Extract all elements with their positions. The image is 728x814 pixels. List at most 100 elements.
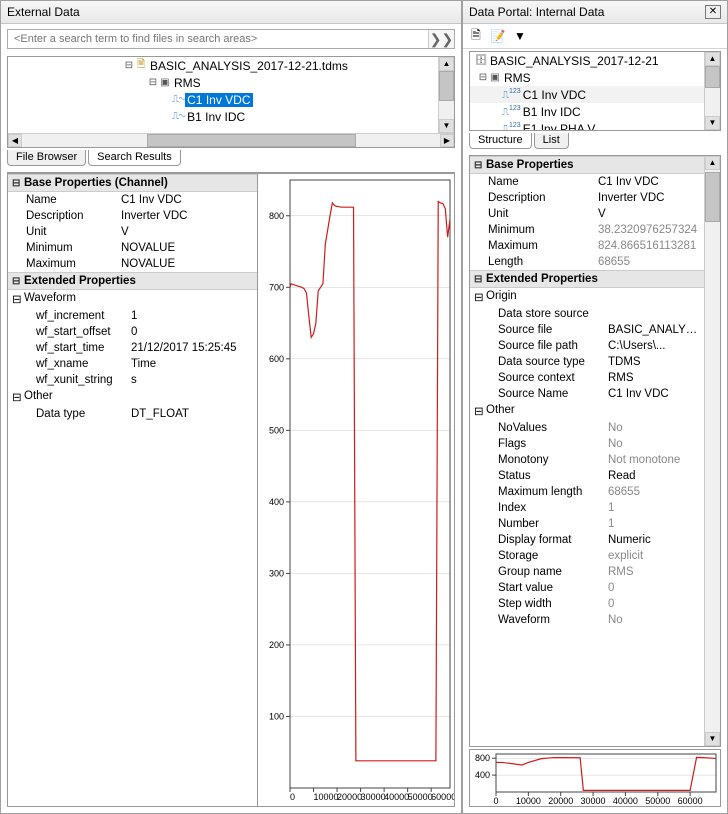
main-chart-svg: 1002003004005006007008000100002000030000… <box>258 174 454 806</box>
property-row: NameC1 Inv VDC <box>470 174 704 190</box>
collapse-icon[interactable]: ⊟ <box>474 160 486 171</box>
scroll-thumb[interactable] <box>439 71 454 101</box>
tree-collapse-icon[interactable]: ⊟ <box>124 60 134 71</box>
tab-structure[interactable]: Structure <box>469 133 532 149</box>
svg-text:60000: 60000 <box>431 792 454 802</box>
property-row: Source NameC1 Inv VDC <box>470 386 704 402</box>
collapse-icon[interactable]: ⊟ <box>12 178 24 189</box>
chevron-down-icon: ❯❯ <box>430 31 453 47</box>
tree-channel-selected[interactable]: C1 Inv VDC <box>185 93 252 107</box>
property-row: NoValuesNo <box>470 420 704 436</box>
new-file-icon[interactable]: 🗎 <box>467 27 485 45</box>
collapse-icon[interactable]: ⊟ <box>12 390 24 404</box>
property-row: Data store source <box>470 306 704 322</box>
tree-v-scrollbar[interactable]: ▲ ▼ <box>438 57 454 133</box>
tree-file-node[interactable]: BASIC_ANALYSIS_2017-12-21 <box>488 54 661 68</box>
right-title: Data Portal: Internal Data ✕ <box>463 1 727 24</box>
base-props-header[interactable]: ⊟Base Properties (Channel) <box>8 174 257 192</box>
svg-text:50000: 50000 <box>408 792 433 802</box>
tree-collapse-icon[interactable]: ⊟ <box>148 77 158 88</box>
search-input[interactable] <box>8 30 428 48</box>
scroll-up-arrow[interactable]: ▲ <box>705 52 720 66</box>
scroll-down-arrow[interactable]: ▼ <box>439 119 454 133</box>
property-row: DescriptionInverter VDC <box>470 190 704 206</box>
tab-list[interactable]: List <box>534 133 569 149</box>
props-subheader[interactable]: ⊟Origin <box>470 288 704 306</box>
svg-text:400: 400 <box>269 497 284 507</box>
svg-text:100: 100 <box>269 711 284 721</box>
scroll-right-arrow[interactable]: ▶ <box>440 134 454 147</box>
ext-props-header[interactable]: ⊟Extended Properties <box>8 272 257 290</box>
property-row: Storageexplicit <box>470 548 704 564</box>
group-icon: ▣ <box>488 72 502 83</box>
props-v-scrollbar[interactable]: ▲ ▼ <box>704 156 720 746</box>
svg-text:200: 200 <box>269 640 284 650</box>
collapse-icon[interactable]: ⊟ <box>474 404 486 418</box>
right-tree: 🗄 BASIC_ANALYSIS_2017-12-21 ⊟ ▣ RMS ⎍123… <box>469 51 721 131</box>
scroll-left-arrow[interactable]: ◀ <box>8 134 22 147</box>
tab-file-browser[interactable]: File Browser <box>7 150 86 166</box>
right-toolbar: 🗎 📝 ▼ <box>463 24 727 49</box>
tree-v-scrollbar[interactable]: ▲ ▼ <box>704 52 720 130</box>
svg-text:700: 700 <box>269 282 284 292</box>
right-tabs: Structure List <box>463 133 727 153</box>
filter-icon[interactable]: ▼ <box>511 27 529 45</box>
collapse-icon[interactable]: ⊟ <box>474 290 486 304</box>
tree-group-node[interactable]: RMS <box>502 71 533 85</box>
scroll-thumb[interactable] <box>705 172 720 222</box>
svg-text:30000: 30000 <box>361 792 386 802</box>
tree-collapse-icon[interactable]: ⊟ <box>478 72 488 83</box>
property-row: Data source typeTDMS <box>470 354 704 370</box>
scroll-up-arrow[interactable]: ▲ <box>439 57 454 71</box>
data-portal-panel: Data Portal: Internal Data ✕ 🗎 📝 ▼ 🗄 BAS… <box>462 0 728 814</box>
scroll-down-arrow[interactable]: ▼ <box>705 732 720 746</box>
search-box: ❯❯ <box>7 29 455 49</box>
panel-title-text: External Data <box>7 5 80 19</box>
property-row: Maximum824.866516113281 <box>470 238 704 254</box>
tree-group-node[interactable]: RMS <box>172 76 203 90</box>
tree-body[interactable]: 🗄 BASIC_ANALYSIS_2017-12-21 ⊟ ▣ RMS ⎍123… <box>470 52 704 130</box>
svg-text:400: 400 <box>475 770 490 780</box>
props-header[interactable]: ⊟Base Properties <box>470 156 704 174</box>
left-properties: ⊟Base Properties (Channel) NameC1 Inv VD… <box>7 173 257 807</box>
property-row: Step width0 <box>470 596 704 612</box>
tree-file-node[interactable]: BASIC_ANALYSIS_2017-12-21.tdms <box>148 59 350 73</box>
scroll-thumb[interactable] <box>705 66 720 88</box>
property-row: Source contextRMS <box>470 370 704 386</box>
tree-body[interactable]: ⊟ 🗎 BASIC_ANALYSIS_2017-12-21.tdms ⊟ ▣ R… <box>8 57 438 133</box>
collapse-icon[interactable]: ⊟ <box>12 276 24 287</box>
property-row: Index1 <box>470 500 704 516</box>
tree-channel[interactable]: B1 Inv IDC <box>185 110 247 124</box>
svg-text:300: 300 <box>269 568 284 578</box>
props-subheader[interactable]: ⊟Other <box>470 402 704 420</box>
edit-icon[interactable]: 📝 <box>489 27 507 45</box>
tree-channel-selected[interactable]: C1 Inv VDC <box>521 88 588 102</box>
svg-text:800: 800 <box>475 753 490 763</box>
tree-channel[interactable]: B1 Inv IDC <box>521 105 583 119</box>
tree-h-scrollbar[interactable]: ◀ ▶ <box>8 133 454 147</box>
svg-text:30000: 30000 <box>581 796 606 806</box>
collapse-icon[interactable]: ⊟ <box>474 274 486 285</box>
collapse-icon[interactable]: ⊟ <box>12 292 24 306</box>
data-icon: 🗄 <box>474 55 488 66</box>
search-expand-button[interactable]: ❯❯ <box>428 30 454 48</box>
property-row: StatusRead <box>470 468 704 484</box>
scroll-down-arrow[interactable]: ▼ <box>705 116 720 130</box>
tab-search-results[interactable]: Search Results <box>88 150 181 166</box>
property-row: Start value0 <box>470 580 704 596</box>
props-header[interactable]: ⊟Extended Properties <box>470 270 704 288</box>
svg-text:40000: 40000 <box>613 796 638 806</box>
tree-channel[interactable]: E1 Inv PHA V <box>521 122 598 131</box>
property-row: Group nameRMS <box>470 564 704 580</box>
property-row: Minimum38.2320976257324 <box>470 222 704 238</box>
numeric-icon: ⎍123 <box>502 88 521 100</box>
property-row: WaveformNo <box>470 612 704 628</box>
svg-text:60000: 60000 <box>678 796 703 806</box>
scroll-thumb[interactable] <box>147 134 356 147</box>
property-row: MonotonyNot monotone <box>470 452 704 468</box>
signal-icon: ⎍∿ <box>172 94 185 105</box>
scroll-up-arrow[interactable]: ▲ <box>705 156 720 170</box>
svg-text:10000: 10000 <box>516 796 541 806</box>
close-button[interactable]: ✕ <box>705 5 721 19</box>
svg-text:0: 0 <box>493 796 498 806</box>
